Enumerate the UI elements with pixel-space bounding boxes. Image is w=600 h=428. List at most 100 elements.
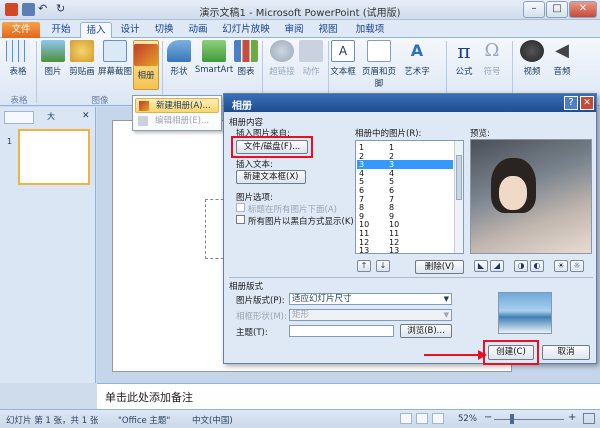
reading-view-icon[interactable] — [432, 413, 444, 424]
wordart-button[interactable]: A 艺术字 — [402, 40, 432, 90]
new-textbox-button[interactable]: 新建文本框(X) — [236, 170, 306, 184]
picture-list[interactable]: 1 1 2 2 3 3 4 4 5 5 6 6 7 7 8 8 9 9 10 10 11 11 12 12 13 13 — [355, 140, 464, 255]
title-bar: ↶ ↻ 演示文稿1 - Microsoft PowerPoint (试用版) –… — [0, 0, 600, 20]
preview-frame — [470, 139, 592, 254]
audio-button[interactable]: ◀ 音频 — [548, 40, 576, 90]
tab-transitions[interactable]: 切换 — [150, 22, 178, 38]
list-scrollbar[interactable] — [454, 141, 463, 253]
hyperlink-button[interactable]: 超链接 — [266, 40, 298, 90]
normal-view-icon[interactable] — [400, 413, 412, 424]
picture-name: 13 — [389, 246, 400, 256]
status-bar: 幻灯片 第 1 张，共 1 张 "Office 主题" 中文(中国) 52% −… — [0, 409, 600, 428]
slide-thumbnail[interactable] — [18, 129, 90, 185]
tab-insert[interactable]: 插入 — [80, 22, 112, 38]
chevron-down-icon: ▼ — [443, 295, 449, 303]
help-button[interactable]: ? — [564, 96, 578, 110]
captions-below-checkbox[interactable] — [236, 203, 245, 212]
tab-addins[interactable]: 加载项 — [350, 22, 390, 38]
edit-album-menu-item[interactable]: 编辑相册(E)... — [135, 114, 219, 129]
tab-design[interactable]: 设计 — [116, 22, 144, 38]
group-label-images: 图像 — [91, 96, 109, 106]
layout-preview-image — [498, 292, 552, 334]
contrast-up-button[interactable]: ◑ — [514, 260, 528, 272]
smartart-button[interactable]: SmartArt — [194, 40, 234, 90]
action-button[interactable]: 动作 — [298, 40, 324, 90]
slides-tab[interactable] — [4, 111, 34, 124]
zoom-slider-track[interactable] — [494, 419, 564, 420]
zoom-slider-thumb[interactable] — [510, 414, 515, 424]
zoom-in-icon[interactable]: + — [568, 412, 576, 423]
close-button[interactable]: ✕ — [569, 1, 597, 18]
brightness-down-button[interactable]: ☼ — [570, 260, 584, 272]
preview-label: 预览: — [470, 129, 490, 139]
textbox-icon: A — [331, 40, 355, 62]
divider — [36, 41, 37, 103]
dialog-title: 相册 — [224, 94, 596, 112]
move-down-button[interactable]: ↓ — [376, 260, 390, 272]
frame-shape-select[interactable]: 矩形 ▼ — [289, 309, 452, 321]
dialog-close-button[interactable]: ✕ — [580, 96, 594, 110]
browse-button[interactable]: 浏览(B)... — [400, 324, 452, 338]
fit-window-icon[interactable] — [583, 413, 595, 424]
highlight-box — [231, 136, 313, 158]
photo-album-dialog: 相册 ? ✕ 相册内容 插入图片来自: 文件/磁盘(F)... 插入文本: 新建… — [223, 93, 597, 365]
textbox-button[interactable]: A 文本框 — [330, 40, 356, 90]
frame-shape-label: 相框形状(M): — [236, 312, 287, 322]
contrast-down-button[interactable]: ◐ — [530, 260, 544, 272]
pi-icon: π — [457, 39, 471, 63]
clipart-button[interactable]: 剪贴画 — [66, 40, 98, 90]
minimize-button[interactable]: – — [523, 1, 545, 18]
header-footer-icon — [367, 40, 391, 62]
move-up-button[interactable]: ↑ — [357, 260, 371, 272]
speaker-icon: ◀ — [555, 40, 569, 61]
zoom-out-icon[interactable]: − — [484, 412, 492, 423]
table-button[interactable]: 表格 — [4, 40, 32, 90]
picture-layout-select[interactable]: 适应幻灯片尺寸 ▼ — [289, 293, 452, 305]
chart-button[interactable]: 图表 — [234, 40, 258, 90]
brightness-up-button[interactable]: ☀ — [554, 260, 568, 272]
tab-view[interactable]: 视图 — [314, 22, 342, 38]
album-menu: 新建相册(A)... 编辑相册(E)... — [132, 95, 222, 131]
divider — [229, 277, 593, 278]
outline-tab[interactable]: 大 — [36, 111, 66, 124]
scrollbar-thumb[interactable] — [456, 155, 462, 200]
face-shape — [499, 176, 527, 210]
album-icon — [139, 101, 149, 111]
arrow-line — [424, 354, 480, 356]
symbol-button[interactable]: Ω 符号 — [478, 40, 506, 90]
video-button[interactable]: 视频 — [516, 40, 548, 90]
new-album-menu-item[interactable]: 新建相册(A)... — [135, 98, 219, 113]
equation-button[interactable]: π 公式 — [450, 40, 478, 90]
zoom-level: 52% — [458, 414, 477, 424]
tab-home[interactable]: 开始 — [46, 22, 76, 38]
omega-icon: Ω — [484, 40, 500, 61]
album-button[interactable]: 相册 — [133, 40, 159, 90]
theme-input[interactable] — [289, 325, 394, 337]
picture-button[interactable]: 图片 — [40, 40, 66, 90]
slides-pane: 大 ✕ 1 — [0, 107, 96, 383]
tab-review[interactable]: 审阅 — [280, 22, 308, 38]
list-item[interactable]: 13 13 — [357, 246, 453, 255]
maximize-button[interactable]: □ — [546, 1, 568, 18]
theme-status: "Office 主题" — [118, 416, 171, 426]
screenshot-button[interactable]: 屏幕截图 — [98, 40, 132, 90]
cancel-button[interactable]: 取消 — [542, 345, 590, 360]
chart-icon — [234, 40, 258, 62]
smartart-icon — [202, 40, 226, 62]
black-white-label: 所有图片以黑白方式显示(K) — [248, 217, 354, 227]
tab-file[interactable]: 文件 — [2, 22, 40, 38]
notes-pane[interactable]: 单击此处添加备注 — [97, 383, 600, 409]
black-white-checkbox[interactable] — [236, 215, 245, 224]
rotate-left-button[interactable]: ◣ — [474, 260, 488, 272]
header-footer-button[interactable]: 页眉和页脚 — [358, 40, 400, 90]
sorter-view-icon[interactable] — [416, 413, 428, 424]
action-icon — [299, 40, 323, 62]
tab-animations[interactable]: 动画 — [184, 22, 212, 38]
delete-button[interactable]: 删除(V) — [415, 260, 464, 274]
tab-slideshow[interactable]: 幻灯片放映 — [218, 22, 274, 38]
close-pane-icon[interactable]: ✕ — [82, 111, 90, 121]
rotate-right-button[interactable]: ◢ — [490, 260, 504, 272]
captions-below-label: 标题在所有图片下面(A) — [248, 205, 337, 215]
film-reel-icon — [520, 40, 544, 62]
shapes-button[interactable]: 形状 — [166, 40, 192, 90]
